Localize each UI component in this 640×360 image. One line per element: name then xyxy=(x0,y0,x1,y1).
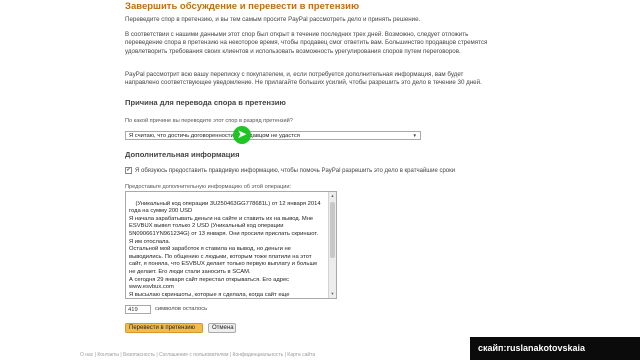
intro-text: Переведите спор в претензию, и вы тем са… xyxy=(125,16,421,23)
agreement-row: ✔ Я обязуюсь предоставить правдивую инфор… xyxy=(125,167,455,174)
reason-selected-value: Я считаю, что достичь договоренности с п… xyxy=(129,133,300,139)
pointer-icon: ➤ xyxy=(237,127,248,141)
agreement-checkbox[interactable]: ✔ xyxy=(125,167,132,174)
info-paragraph: В соответствии с нашими данными этот спо… xyxy=(125,31,488,55)
agreement-label: Я обязуюсь предоставить правдивую информ… xyxy=(135,168,456,175)
cancel-button[interactable]: Отмена xyxy=(208,323,236,333)
scroll-thumb[interactable] xyxy=(330,202,335,258)
reason-select[interactable]: Я считаю, что достичь договоренности с п… xyxy=(125,131,421,140)
reason-heading: Причина для перевода спора в претензию xyxy=(125,98,286,107)
submit-claim-button[interactable]: Перевести в претензию xyxy=(125,323,203,333)
additional-heading: Дополнительная информация xyxy=(125,150,240,159)
scroll-up-icon[interactable]: ▲ xyxy=(329,192,336,200)
page-title: Завершить обсуждение и перевести в прете… xyxy=(125,1,360,12)
footer-links[interactable]: О нас | Контакты | Безопасность | Соглаш… xyxy=(80,352,315,358)
reason-question: По какой причине вы переводите этот спор… xyxy=(125,118,293,124)
textarea-scrollbar[interactable]: ▲ ▼ xyxy=(328,192,336,298)
skype-watermark: скайп:ruslanakotovskaia xyxy=(470,337,640,360)
review-paragraph: PayPal рассмотрит всю вашу переписку с п… xyxy=(125,71,482,87)
details-text: (Уникальный код операции 3U250463GG77868… xyxy=(129,200,321,298)
textarea-label: Предоставьте дополнительную информацию о… xyxy=(125,184,292,190)
details-textarea[interactable]: (Уникальный код операции 3U250463GG77868… xyxy=(125,191,337,299)
cursor-highlight: ➤ xyxy=(233,126,251,144)
chars-remaining-label: символов осталось xyxy=(155,306,208,312)
dispute-form: Завершить обсуждение и перевести в прете… xyxy=(117,0,487,360)
chevron-down-icon: ▼ xyxy=(412,133,417,138)
scroll-down-icon[interactable]: ▼ xyxy=(329,290,336,298)
chars-remaining-field: 419 xyxy=(125,305,151,314)
